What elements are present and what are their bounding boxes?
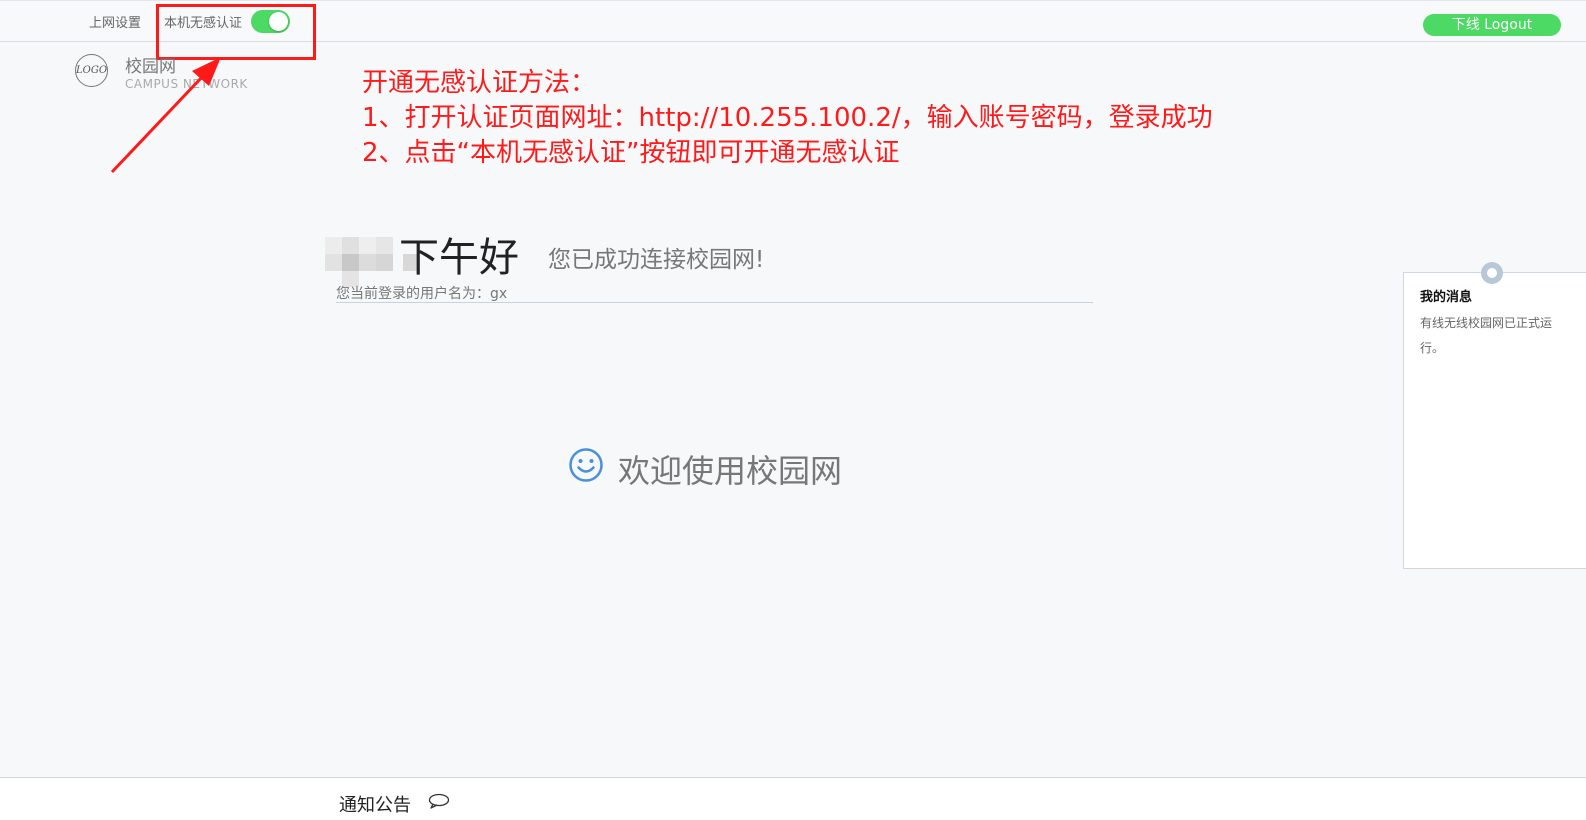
greeting-heading: 下午好 bbox=[399, 235, 519, 281]
annotation-step-1: 1、打开认证页面网址：http://10.255.100.2/，输入账号密码，登… bbox=[362, 103, 1213, 133]
campus-network-portal: 上网设置 本机无感认证 下线 Logout LOGO 校园网 CAMPUS NE… bbox=[0, 0, 1586, 820]
pin-icon bbox=[1481, 262, 1503, 284]
divider bbox=[336, 302, 1093, 303]
notice-heading[interactable]: 通知公告 bbox=[339, 791, 411, 817]
red-arrow-annotation bbox=[110, 57, 221, 174]
messages-title: 我的消息 bbox=[1420, 290, 1473, 305]
smile-icon bbox=[569, 448, 603, 482]
annotation-step-2: 2、点击“本机无感认证”按钮即可开通无感认证 bbox=[362, 138, 900, 168]
message-item[interactable]: 有线无线校园网已正式运行。 bbox=[1420, 311, 1560, 361]
arrow-shaft bbox=[110, 74, 205, 174]
messages-panel: 我的消息 有线无线校园网已正式运行。 bbox=[1403, 272, 1586, 569]
connection-status: 您已成功连接校园网! bbox=[548, 247, 765, 273]
welcome-text: 欢迎使用校园网 bbox=[618, 452, 843, 490]
chat-bubble-icon bbox=[428, 793, 450, 809]
logout-button[interactable]: 下线 Logout bbox=[1423, 14, 1561, 36]
footer bbox=[0, 778, 1586, 820]
annotation-title: 开通无感认证方法： bbox=[362, 68, 597, 98]
username-line: 您当前登录的用户名为：gx bbox=[336, 286, 508, 302]
